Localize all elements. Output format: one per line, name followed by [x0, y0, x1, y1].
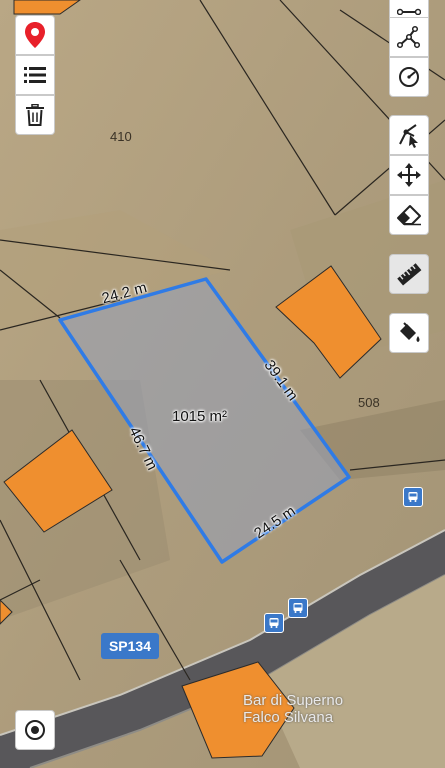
map-view[interactable]: 410 508 24.2 m 39.1 m 46.7 m 24.5 m 1015… [0, 0, 445, 768]
eraser-icon [397, 205, 421, 226]
measured-area-polygon[interactable] [0, 0, 445, 768]
list-button[interactable] [15, 55, 55, 95]
bus-stop-icon[interactable] [264, 613, 284, 633]
delete-button[interactable] [15, 95, 55, 135]
ruler-icon [397, 263, 422, 286]
edit-vertices-button[interactable] [389, 115, 429, 155]
poi-label: Bar di Superno Falco Silvana [243, 692, 343, 726]
path-icon [397, 25, 421, 49]
trash-icon [26, 104, 44, 126]
poi-name-line1: Bar di Superno [243, 692, 344, 709]
marker-button[interactable] [15, 15, 55, 55]
bus-stop-icon[interactable] [288, 598, 308, 618]
locate-button[interactable] [15, 710, 55, 750]
polyline-icon [397, 8, 421, 15]
bus-stop-icon[interactable] [403, 487, 423, 507]
fill-color-button[interactable] [389, 313, 429, 353]
area-label: 1015 m² [172, 408, 228, 425]
poi-name-line2: Falco Silvana [243, 709, 334, 726]
marker-icon [25, 22, 45, 48]
erase-button[interactable] [389, 195, 429, 235]
move-button[interactable] [389, 155, 429, 195]
circle-icon [399, 67, 419, 87]
road-label: SP134 [101, 633, 159, 659]
draw-circle-button[interactable] [389, 57, 429, 97]
parcel-number: 508 [358, 395, 380, 410]
measure-button[interactable] [389, 254, 429, 294]
list-icon [24, 67, 46, 83]
move-icon [397, 163, 421, 187]
draw-path-button[interactable] [389, 17, 429, 57]
parcel-number: 410 [110, 129, 132, 144]
locate-icon [25, 720, 45, 740]
paint-bucket-icon [400, 322, 420, 342]
edit-vertex-icon [399, 124, 418, 148]
